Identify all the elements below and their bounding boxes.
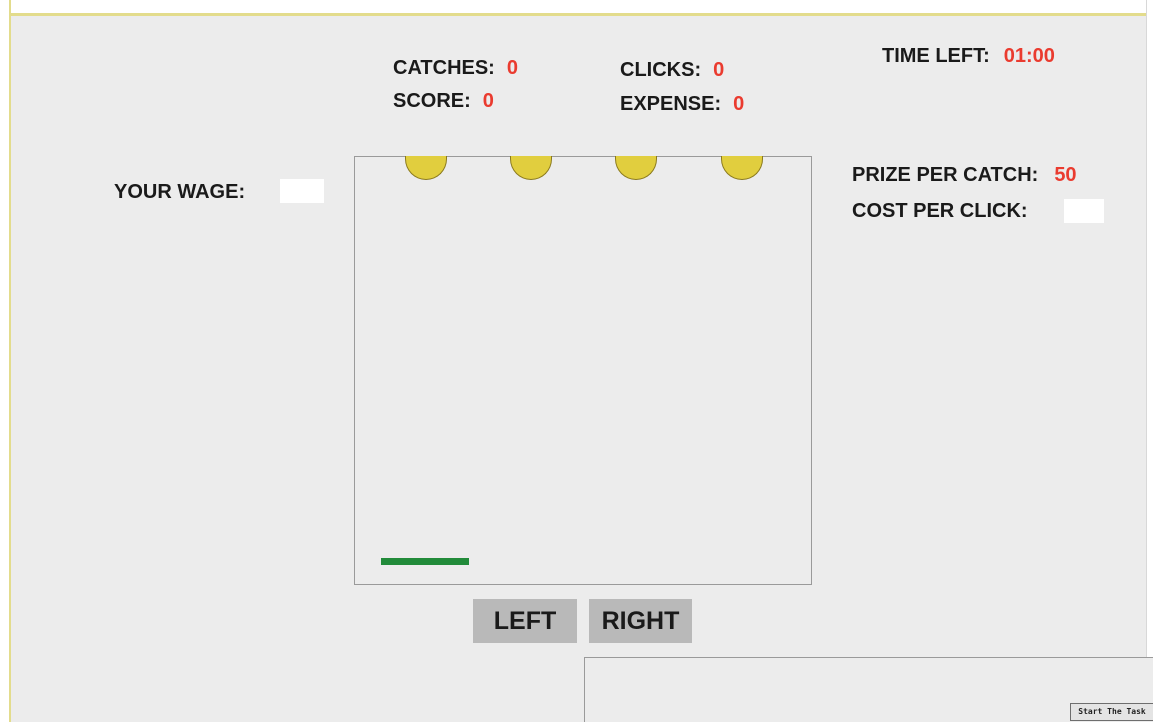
clicks-value: 0 xyxy=(713,59,725,81)
wage-value-box xyxy=(280,179,324,203)
left-window-border xyxy=(0,0,11,722)
expense-value: 0 xyxy=(733,93,745,115)
falling-ball xyxy=(721,156,763,180)
time-left-label: TIME LEFT: xyxy=(882,45,990,67)
cost-per-click-value-box xyxy=(1064,199,1104,223)
catcher-paddle xyxy=(381,558,469,565)
score-label: SCORE: xyxy=(393,90,471,112)
right-window-border xyxy=(1146,0,1153,722)
bottom-panel xyxy=(584,657,1153,722)
move-left-button[interactable]: LEFT xyxy=(473,599,577,643)
move-right-button[interactable]: RIGHT xyxy=(589,599,692,643)
expense-label: EXPENSE: xyxy=(620,93,722,115)
falling-balls xyxy=(355,156,811,187)
falling-ball xyxy=(510,156,552,180)
prize-per-catch-value: 50 xyxy=(1054,164,1077,186)
cost-per-click-label: COST PER CLICK: xyxy=(852,200,1028,222)
clicks-stat: CLICKS: 0 xyxy=(620,58,724,82)
game-frame: CATCHES: 0 SCORE: 0 CLICKS: 0 EXPENSE: 0 TIM… xyxy=(0,0,1153,722)
falling-ball xyxy=(615,156,657,180)
time-left-stat: TIME LEFT: 01:00 xyxy=(882,44,1055,68)
time-left-value: 01:00 xyxy=(1003,45,1055,67)
prize-per-catch-stat: PRIZE PER CATCH: 50 xyxy=(852,163,1077,187)
expense-stat: EXPENSE: 0 xyxy=(620,92,744,116)
catches-value: 0 xyxy=(506,57,518,79)
score-value: 0 xyxy=(482,90,494,112)
game-play-area xyxy=(354,156,812,585)
catches-stat: CATCHES: 0 xyxy=(393,56,518,80)
clicks-label: CLICKS: xyxy=(620,59,702,81)
top-window-border xyxy=(0,0,1153,16)
catches-label: CATCHES: xyxy=(393,57,495,79)
start-task-button[interactable]: Start The Task xyxy=(1070,703,1153,721)
falling-ball xyxy=(405,156,447,180)
score-stat: SCORE: 0 xyxy=(393,89,494,113)
prize-per-catch-label: PRIZE PER CATCH: xyxy=(852,164,1039,186)
wage-label: YOUR WAGE: xyxy=(114,181,246,203)
